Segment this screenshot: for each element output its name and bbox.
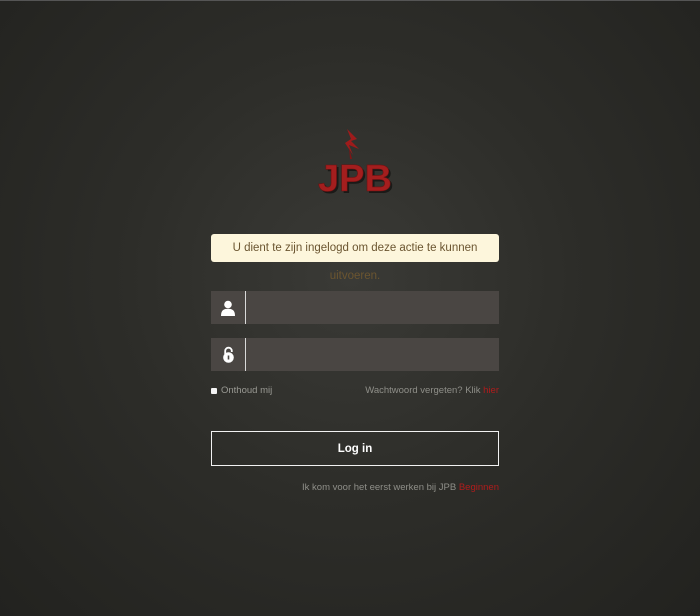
username-field-group [211, 291, 499, 324]
alert-message: U dient te zijn ingelogd om deze actie t… [232, 242, 478, 282]
forgot-password: Wachtwoord vergeten? Klik hier [365, 385, 499, 396]
password-field-group [211, 338, 499, 371]
user-icon [211, 291, 246, 324]
forgot-password-text: Wachtwoord vergeten? Klik [365, 385, 484, 396]
begin-link[interactable]: Beginnen [459, 482, 499, 493]
remember-me[interactable]: Onthoud mij [211, 385, 272, 396]
login-required-alert: U dient te zijn ingelogd om deze actie t… [211, 234, 499, 282]
first-time-notice: Ik kom voor het eerst werken bij JPB Beg… [302, 482, 499, 493]
jpb-logo: JPB JPB [305, 125, 405, 202]
logo-text: JPB [318, 158, 392, 200]
forgot-password-link[interactable]: hier [483, 385, 499, 396]
remember-me-checkbox[interactable] [211, 387, 217, 394]
password-input[interactable] [246, 338, 499, 371]
login-button[interactable]: Log in [211, 431, 499, 466]
username-input[interactable] [246, 291, 499, 324]
lock-icon [211, 338, 246, 371]
first-time-text: Ik kom voor het eerst werken bij JPB [302, 482, 459, 493]
remember-me-label: Onthoud mij [221, 385, 273, 396]
